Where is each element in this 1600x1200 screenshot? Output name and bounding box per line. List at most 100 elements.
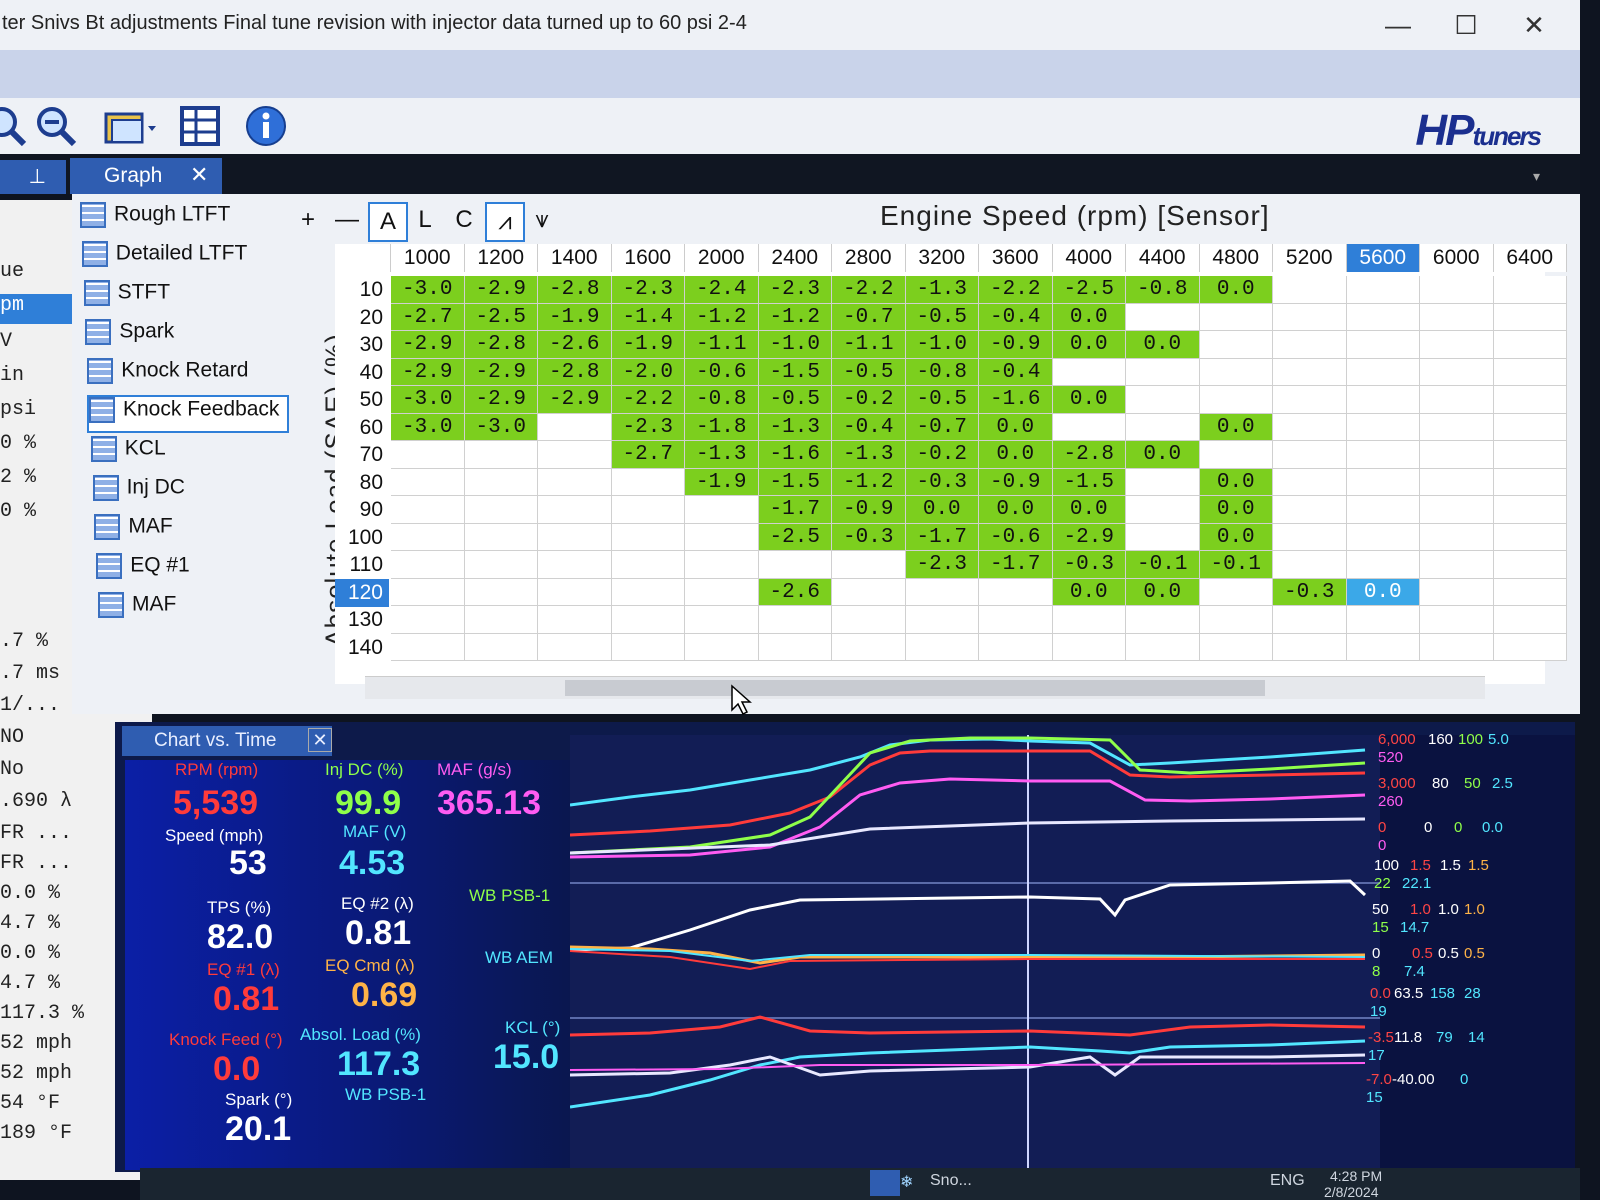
table-cell[interactable] — [538, 441, 612, 469]
table-cell[interactable]: -2.5 — [464, 303, 538, 331]
table-cell[interactable]: 0.0 — [979, 413, 1053, 441]
table-cell[interactable] — [464, 523, 538, 551]
table-cell[interactable] — [1126, 358, 1200, 386]
table-list-item[interactable]: Knock Feedback — [86, 395, 290, 433]
table-cell[interactable]: -0.4 — [979, 358, 1053, 386]
row-header[interactable]: 90 — [335, 496, 389, 524]
table-cell[interactable]: -2.8 — [1052, 441, 1126, 469]
table-cell[interactable]: -0.7 — [832, 303, 906, 331]
table-cell[interactable]: -1.5 — [758, 358, 832, 386]
column-header[interactable]: 2800 — [832, 244, 906, 272]
table-cell[interactable] — [1346, 606, 1420, 634]
table-list-item[interactable]: STFT — [83, 280, 170, 314]
table-cell[interactable] — [1346, 441, 1420, 469]
row-header[interactable]: 80 — [335, 469, 389, 497]
table-cell[interactable] — [1493, 331, 1567, 359]
row-header[interactable]: 40 — [335, 359, 389, 387]
table-cell[interactable]: 0.0 — [1199, 413, 1273, 441]
table-cell[interactable]: -0.5 — [832, 358, 906, 386]
table-cell[interactable]: -0.9 — [832, 496, 906, 524]
table-cell[interactable] — [1273, 358, 1347, 386]
table-cell[interactable] — [611, 551, 685, 579]
table-cell[interactable] — [1493, 633, 1567, 661]
add-icon[interactable]: + — [290, 202, 326, 238]
row-header[interactable]: 30 — [335, 331, 389, 359]
table-icon[interactable] — [178, 104, 222, 148]
table-cell[interactable] — [1273, 606, 1347, 634]
table-cell[interactable]: -3.0 — [391, 276, 465, 304]
table-cell[interactable]: 0.0 — [905, 496, 979, 524]
table-cell[interactable]: -3.0 — [391, 386, 465, 414]
column-header[interactable]: 4000 — [1052, 244, 1126, 272]
table-cell[interactable] — [1199, 331, 1273, 359]
table-cell[interactable]: -0.1 — [1126, 551, 1200, 579]
row-header[interactable]: 50 — [335, 386, 389, 414]
table-cell[interactable]: -2.7 — [611, 441, 685, 469]
table-cell[interactable]: -2.9 — [391, 331, 465, 359]
table-cell[interactable] — [1420, 386, 1494, 414]
table-cell[interactable] — [1420, 413, 1494, 441]
table-cell[interactable]: 0.0 — [1052, 578, 1126, 606]
table-cell[interactable] — [1346, 303, 1420, 331]
table-cell[interactable] — [1420, 496, 1494, 524]
column-header[interactable]: 5600 — [1346, 244, 1420, 272]
table-cell[interactable] — [391, 441, 465, 469]
table-cell[interactable] — [979, 633, 1053, 661]
table-cell[interactable]: -0.8 — [905, 358, 979, 386]
horizontal-scrollbar[interactable] — [365, 676, 1485, 699]
column-header[interactable]: 1200 — [464, 244, 538, 272]
table-cell[interactable] — [391, 578, 465, 606]
table-cell[interactable] — [1420, 358, 1494, 386]
table-cell[interactable] — [1126, 606, 1200, 634]
close-button[interactable]: ✕ — [1514, 8, 1554, 42]
table-cell[interactable] — [979, 606, 1053, 634]
table-cell[interactable]: -3.0 — [464, 413, 538, 441]
table-cell[interactable] — [1420, 441, 1494, 469]
info-icon[interactable] — [244, 104, 288, 148]
table-cell[interactable]: 0.0 — [1126, 331, 1200, 359]
table-cell[interactable]: -1.9 — [685, 468, 759, 496]
table-cell[interactable] — [464, 578, 538, 606]
table-cell[interactable]: -0.5 — [905, 303, 979, 331]
table-cell[interactable]: -2.2 — [979, 276, 1053, 304]
table-cell[interactable] — [1493, 303, 1567, 331]
table-cell[interactable] — [1346, 331, 1420, 359]
table-cell[interactable]: -0.9 — [979, 331, 1053, 359]
table-cell[interactable]: 0.0 — [1126, 578, 1200, 606]
table-cell[interactable] — [1420, 303, 1494, 331]
table-cell[interactable]: -2.9 — [464, 386, 538, 414]
table-cell[interactable] — [685, 523, 759, 551]
table-cell[interactable] — [391, 633, 465, 661]
table-cell[interactable] — [1273, 441, 1347, 469]
table-cell[interactable]: -1.6 — [979, 386, 1053, 414]
table-cell[interactable]: -2.5 — [758, 523, 832, 551]
table-cell[interactable] — [1346, 386, 1420, 414]
row-header[interactable]: 10 — [335, 276, 389, 304]
table-cell[interactable] — [538, 413, 612, 441]
row-header[interactable]: 20 — [335, 304, 389, 332]
table-cell[interactable]: -0.5 — [905, 386, 979, 414]
table-cell[interactable]: -1.5 — [758, 468, 832, 496]
table-cell[interactable] — [1126, 468, 1200, 496]
column-header[interactable]: 6400 — [1493, 244, 1567, 272]
column-header[interactable]: 6000 — [1420, 244, 1494, 272]
table-cell[interactable]: -2.9 — [538, 386, 612, 414]
table-cell[interactable] — [1420, 331, 1494, 359]
table-cell[interactable] — [538, 633, 612, 661]
row-header[interactable]: 120 — [335, 578, 389, 607]
table-cell[interactable]: -2.0 — [611, 358, 685, 386]
table-cell[interactable] — [464, 551, 538, 579]
table-cell[interactable]: -0.3 — [905, 468, 979, 496]
table-cell[interactable] — [1493, 276, 1567, 304]
tool-l[interactable]: L — [407, 202, 443, 238]
column-header[interactable]: 1600 — [611, 244, 685, 272]
table-cell[interactable] — [758, 551, 832, 579]
table-cell[interactable] — [1199, 358, 1273, 386]
table-cell[interactable] — [1493, 441, 1567, 469]
table-cell[interactable] — [1346, 468, 1420, 496]
table-cell[interactable]: -0.4 — [979, 303, 1053, 331]
table-cell[interactable]: -2.5 — [1052, 276, 1126, 304]
table-cell[interactable]: -0.5 — [758, 386, 832, 414]
table-cell[interactable]: -0.8 — [1126, 276, 1200, 304]
table-list-item[interactable]: Inj DC — [92, 475, 185, 509]
